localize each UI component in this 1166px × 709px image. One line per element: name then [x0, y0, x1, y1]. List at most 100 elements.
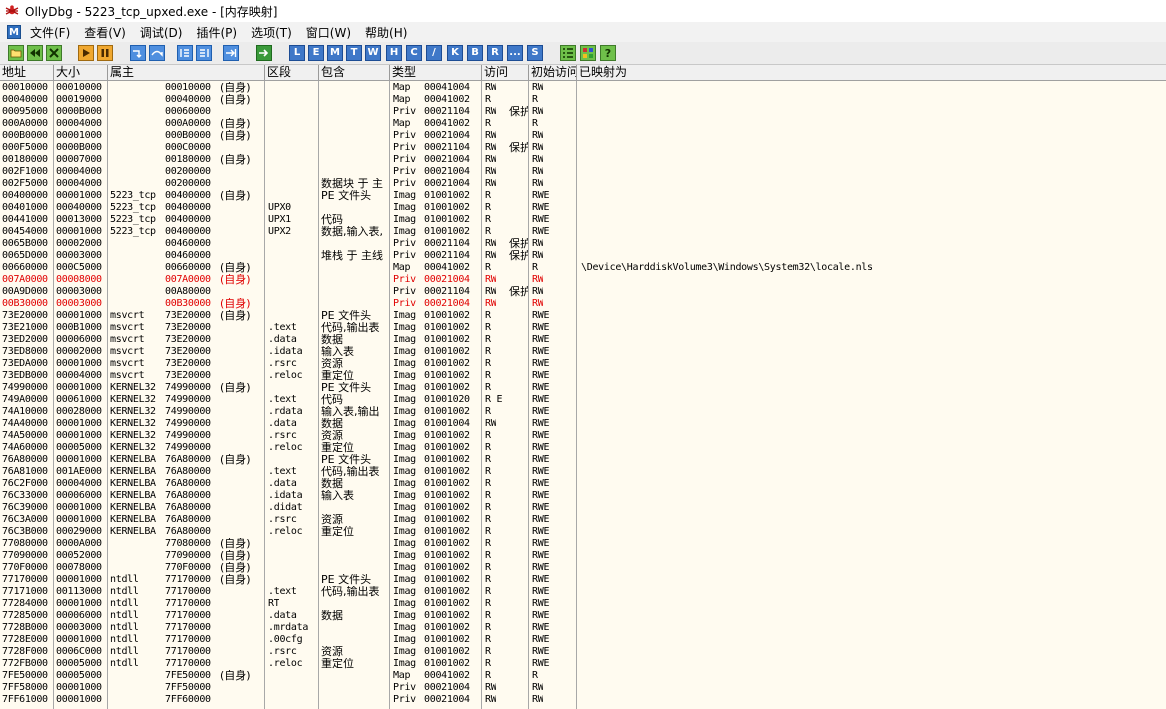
call-stack-button[interactable]: K — [447, 45, 463, 61]
breakpoints-button[interactable]: B — [467, 45, 483, 61]
table-row[interactable]: 74A60000 00005000 KERNEL32 74990000 .reloc 重定… — [0, 442, 1166, 454]
table-row[interactable]: 770F0000 00078000 770F0000 (自身) Imag 01001002… — [0, 562, 1166, 574]
table-row[interactable]: 002F1000 00004000 00200000 Priv 00021004 RW RW — [0, 166, 1166, 178]
column-header-access[interactable]: 访问 — [482, 65, 529, 80]
table-row[interactable]: 7728B000 00003000 ntdll 77170000 .mrdata Imag… — [0, 622, 1166, 634]
memory-map-button[interactable]: M — [327, 45, 343, 61]
table-row[interactable]: 77284000 00001000 ntdll 77170000 RT Imag 01001… — [0, 598, 1166, 610]
cell-access: R — [485, 406, 491, 417]
table-row[interactable]: 00401000 00040000 5223_tcp 00400000 UPX0 Imag… — [0, 202, 1166, 214]
table-row[interactable]: 76C3B000 00029000 KERNELBA 76A80000 .reloc 重定… — [0, 526, 1166, 538]
table-row[interactable]: 73EDB000 00004000 msvcrt 73E20000 .reloc 重定位 I… — [0, 370, 1166, 382]
list-view-icon[interactable] — [560, 45, 576, 61]
table-row[interactable]: 73E20000 00001000 msvcrt 73E20000 (自身) PE 文件头… — [0, 310, 1166, 322]
table-row[interactable]: 73EDA000 00001000 msvcrt 73E20000 .rsrc 资源 Ima… — [0, 358, 1166, 370]
step-over-icon[interactable] — [149, 45, 165, 61]
table-row[interactable]: 00010000 00010000 00010000 (自身) Map 00041004 R… — [0, 82, 1166, 94]
table-row[interactable]: 7FF58000 00001000 7FF50000 Priv 00021004 RW RW — [0, 682, 1166, 694]
execute-till-return-icon[interactable] — [223, 45, 239, 61]
table-row[interactable]: 76A81000 001AE000 KERNELBA 76A80000 .text 代码,… — [0, 466, 1166, 478]
table-row[interactable]: 00441000 00013000 5223_tcp 00400000 UPX1 代码 Im… — [0, 214, 1166, 226]
table-row[interactable]: 000B0000 00001000 000B0000 (自身) Priv 00021004… — [0, 130, 1166, 142]
table-row[interactable]: 73ED8000 00002000 msvcrt 73E20000 .idata 输入表 I… — [0, 346, 1166, 358]
table-row[interactable]: 00040000 00019000 00040000 (自身) Map 00041002 R… — [0, 94, 1166, 106]
table-row[interactable]: 73E21000 000B1000 msvcrt 73E20000 .text 代码,输出… — [0, 322, 1166, 334]
table-row[interactable]: 74A40000 00001000 KERNEL32 74990000 .data 数据 I… — [0, 418, 1166, 430]
windows-button[interactable]: W — [365, 45, 381, 61]
restart-icon[interactable] — [27, 45, 43, 61]
memory-map-table[interactable]: 00010000 00010000 00010000 (自身) Map 00041004 R… — [0, 81, 1166, 709]
close-process-icon[interactable] — [46, 45, 62, 61]
help-icon[interactable]: ? — [600, 45, 616, 61]
table-row[interactable]: 74A10000 00028000 KERNEL32 74990000 .rdata 输入… — [0, 406, 1166, 418]
table-row[interactable]: 749A0000 00061000 KERNEL32 74990000 .text 代码 I… — [0, 394, 1166, 406]
table-row[interactable]: 00095000 0000B000 00060000 Priv 00021104 RW 保护… — [0, 106, 1166, 118]
log-window-button[interactable]: L — [289, 45, 305, 61]
table-row[interactable]: 00A9D000 00003000 00A80000 Priv 00021104 RW 保护… — [0, 286, 1166, 298]
appearance-icon[interactable] — [580, 45, 596, 61]
table-row[interactable]: 007A0000 00008000 007A0000 (自身) Priv 00021004… — [0, 274, 1166, 286]
table-row[interactable]: 772FB000 00005000 ntdll 77170000 .reloc 重定位 Im… — [0, 658, 1166, 670]
open-file-icon[interactable] — [8, 45, 24, 61]
handles-button[interactable]: H — [386, 45, 402, 61]
menu-plugins[interactable]: 插件(P) — [196, 24, 237, 41]
column-header-type[interactable]: 类型 — [390, 65, 482, 80]
table-row[interactable]: 76C39000 00001000 KERNELBA 76A80000 .didat Im… — [0, 502, 1166, 514]
column-header-mapped-as[interactable]: 已映射为 — [577, 65, 1166, 80]
run-icon[interactable] — [78, 45, 94, 61]
table-row[interactable]: 000A0000 00004000 000A0000 (自身) Map 00041002 R… — [0, 118, 1166, 130]
executable-modules-button[interactable]: E — [308, 45, 324, 61]
table-row[interactable]: 77171000 00113000 ntdll 77170000 .text 代码,输出表… — [0, 586, 1166, 598]
cpu-button[interactable]: C — [406, 45, 422, 61]
table-row[interactable]: 76C2F000 00004000 KERNELBA 76A80000 .data 数据 I… — [0, 478, 1166, 490]
table-row[interactable]: 00454000 00001000 5223_tcp 00400000 UPX2 数据,输… — [0, 226, 1166, 238]
table-row[interactable]: 76C33000 00006000 KERNELBA 76A80000 .idata 输入… — [0, 490, 1166, 502]
trace-into-icon[interactable] — [177, 45, 193, 61]
threads-button[interactable]: T — [346, 45, 362, 61]
step-into-icon[interactable] — [130, 45, 146, 61]
menu-view[interactable]: 查看(V) — [84, 24, 126, 41]
table-row[interactable]: 0065D000 00003000 00460000 堆栈 于 主线 Priv 00021… — [0, 250, 1166, 262]
pause-icon[interactable] — [97, 45, 113, 61]
mdi-window-icon[interactable]: M — [7, 25, 21, 39]
references-button[interactable]: R — [487, 45, 503, 61]
patches-button[interactable]: / — [426, 45, 442, 61]
table-row[interactable]: 7FE50000 00005000 7FE50000 (自身) Map 00041002 R… — [0, 670, 1166, 682]
table-row[interactable]: 77170000 00001000 ntdll 77170000 (自身) PE 文件头 I… — [0, 574, 1166, 586]
table-row[interactable]: 7728F000 0006C000 ntdll 77170000 .rsrc 资源 Imag… — [0, 646, 1166, 658]
table-row[interactable]: 00B30000 00003000 00B30000 (自身) Priv 00021004… — [0, 298, 1166, 310]
cell-owner-base: 76A80000 — [165, 478, 211, 489]
column-header-size[interactable]: 大小 — [54, 65, 108, 80]
table-row[interactable]: 7FF61000 00001000 7FF60000 Priv 00021004 RW RW — [0, 694, 1166, 706]
source-button[interactable]: S — [527, 45, 543, 61]
table-row[interactable]: 74990000 00001000 KERNEL32 74990000 (自身) PE 文… — [0, 382, 1166, 394]
menu-window[interactable]: 窗口(W) — [306, 24, 351, 41]
table-row[interactable]: 00180000 00007000 00180000 (自身) Priv 00021004… — [0, 154, 1166, 166]
column-header-owner[interactable]: 属主 — [108, 65, 265, 80]
table-row[interactable]: 76A80000 00001000 KERNELBA 76A80000 (自身) PE 文… — [0, 454, 1166, 466]
table-row[interactable]: 002F5000 00004000 00200000 数据块 于 主 Priv 00021… — [0, 178, 1166, 190]
column-header-section[interactable]: 区段 — [265, 65, 319, 80]
table-row[interactable]: 00400000 00001000 5223_tcp 00400000 (自身) PE 文… — [0, 190, 1166, 202]
table-row[interactable]: 77285000 00006000 ntdll 77170000 .data 数据 Imag… — [0, 610, 1166, 622]
cell-type: Priv — [393, 166, 416, 177]
goto-address-icon[interactable] — [256, 45, 272, 61]
column-header-contains[interactable]: 包含 — [319, 65, 390, 80]
menu-options[interactable]: 选项(T) — [251, 24, 292, 41]
table-row[interactable]: 73ED2000 00006000 msvcrt 73E20000 .data 数据 Ima… — [0, 334, 1166, 346]
menu-file[interactable]: 文件(F) — [30, 24, 70, 41]
table-row[interactable]: 7728E000 00001000 ntdll 77170000 .00cfg Imag 0… — [0, 634, 1166, 646]
table-row[interactable]: 0065B000 00002000 00460000 Priv 00021104 RW 保护… — [0, 238, 1166, 250]
table-row[interactable]: 77080000 0000A000 77080000 (自身) Imag 01001002… — [0, 538, 1166, 550]
table-row[interactable]: 76C3A000 00001000 KERNELBA 76A80000 .rsrc 资源 I… — [0, 514, 1166, 526]
table-row[interactable]: 77090000 00052000 77090000 (自身) Imag 01001002… — [0, 550, 1166, 562]
run-trace-button[interactable]: ... — [507, 45, 523, 61]
table-row[interactable]: 00660000 000C5000 00660000 (自身) Map 00041002 R… — [0, 262, 1166, 274]
table-row[interactable]: 74A50000 00001000 KERNEL32 74990000 .rsrc 资源 I… — [0, 430, 1166, 442]
column-header-address[interactable]: 地址 — [0, 65, 54, 80]
menu-help[interactable]: 帮助(H) — [365, 24, 407, 41]
table-row[interactable]: 000F5000 0000B000 000C0000 Priv 00021104 RW 保护… — [0, 142, 1166, 154]
menu-debug[interactable]: 调试(D) — [140, 24, 183, 41]
trace-over-icon[interactable] — [196, 45, 212, 61]
column-header-initial-access[interactable]: 初始访问 — [529, 65, 577, 80]
